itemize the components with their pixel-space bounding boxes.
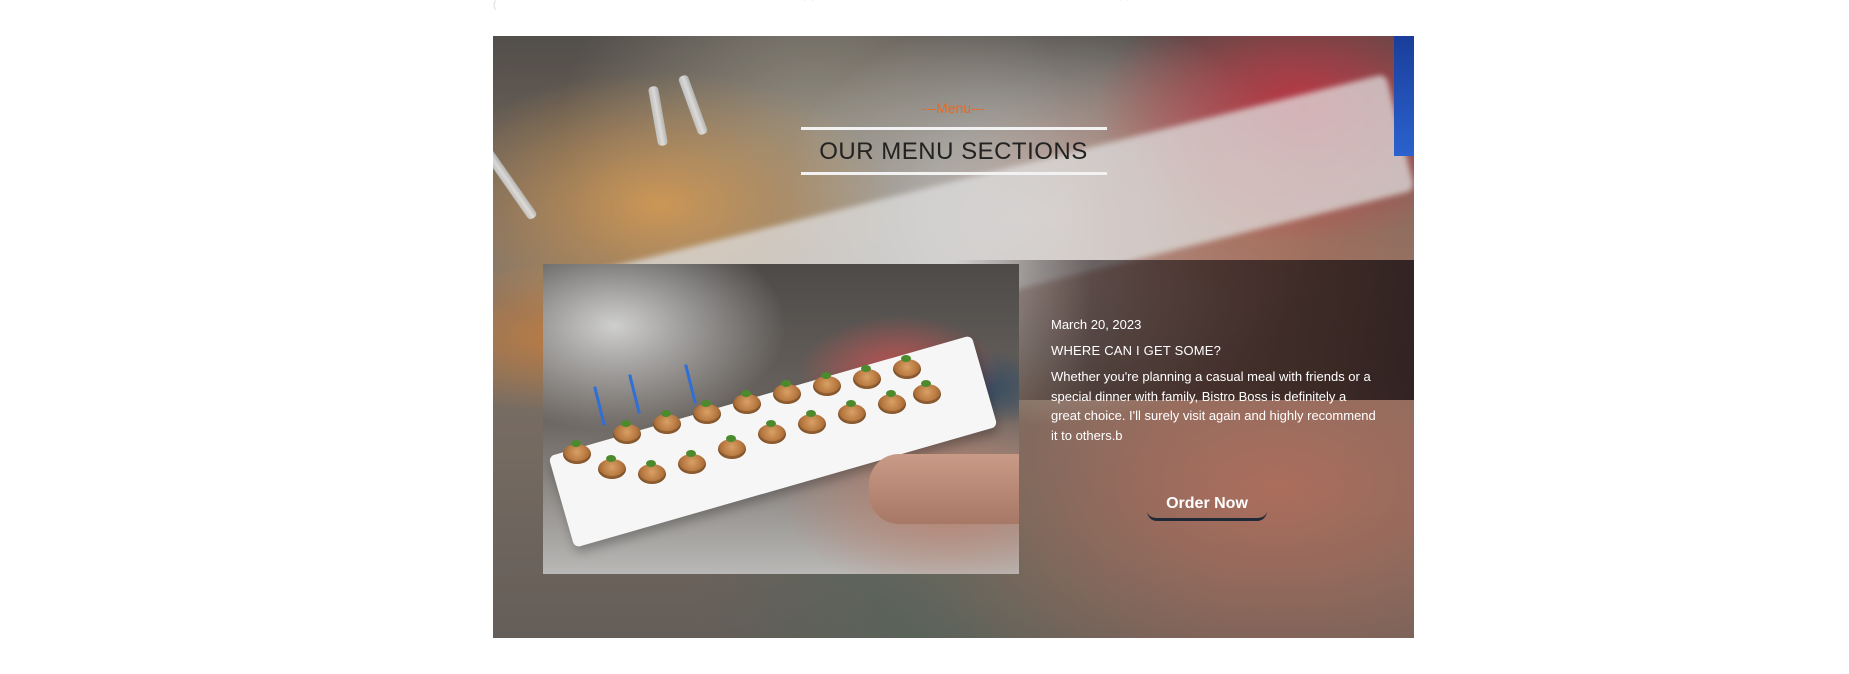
appetizer xyxy=(913,380,941,404)
appetizer xyxy=(613,420,641,444)
appetizer xyxy=(878,390,906,414)
appetizer xyxy=(718,435,746,459)
top-edge-decoration: ( ⁀ ⁀ xyxy=(493,0,1129,11)
appetizer xyxy=(638,460,666,484)
appetizer xyxy=(653,410,681,434)
order-now-button[interactable]: Order Now xyxy=(1147,489,1267,521)
appetizer xyxy=(798,410,826,434)
appetizer xyxy=(773,380,801,404)
appetizer xyxy=(563,440,591,464)
post-date: March 20, 2023 xyxy=(1051,317,1142,332)
section-title-box: OUR MENU SECTIONS xyxy=(800,127,1107,175)
inset-food-image xyxy=(543,264,1019,574)
section-title: OUR MENU SECTIONS xyxy=(819,138,1088,165)
appetizer xyxy=(893,355,921,379)
featured-post: March 20, 2023 WHERE CAN I GET SOME? Whe… xyxy=(1051,316,1376,445)
section-heading: ---Menu--- OUR MENU SECTIONS xyxy=(493,98,1414,175)
appetizer xyxy=(838,400,866,424)
toothpick xyxy=(684,364,697,404)
appetizer xyxy=(758,420,786,444)
appetizer xyxy=(693,400,721,424)
section-subheading: ---Menu--- xyxy=(922,100,985,116)
post-body: Whether you're planning a casual meal wi… xyxy=(1051,369,1376,443)
toothpick xyxy=(593,386,606,426)
post-title: WHERE CAN I GET SOME? xyxy=(1051,343,1222,358)
appetizer xyxy=(598,455,626,479)
appetizer xyxy=(813,372,841,396)
server-arm xyxy=(869,454,1019,524)
appetizer xyxy=(678,450,706,474)
menu-page: ( ⁀ ⁀ ---Menu--- OUR MENU SECTIONS March… xyxy=(0,0,1849,674)
appetizer xyxy=(733,390,761,414)
appetizer xyxy=(853,365,881,389)
toothpick xyxy=(628,374,641,414)
